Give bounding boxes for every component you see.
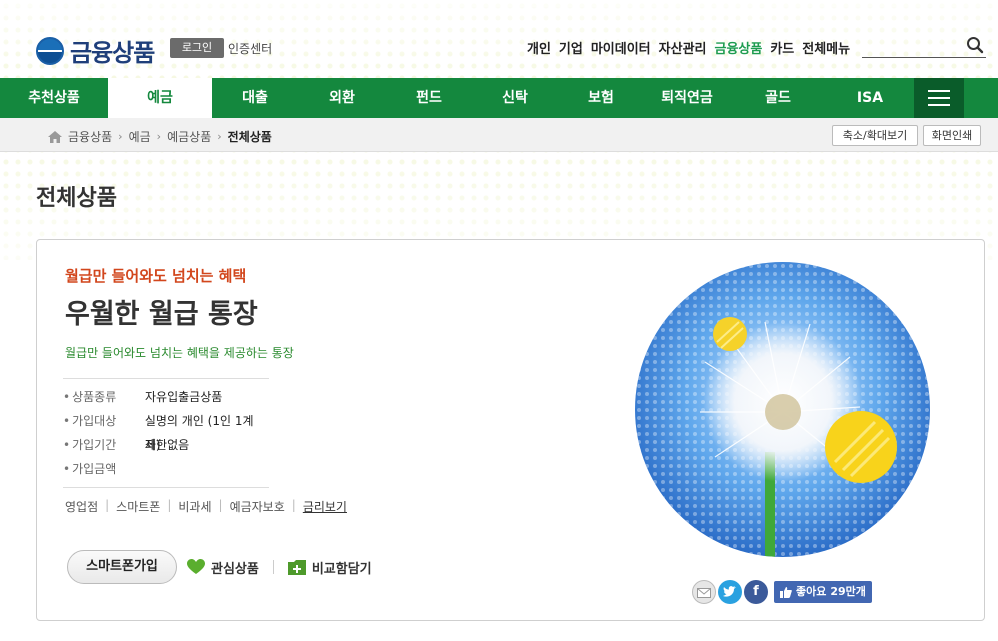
- chevron-right-icon: ›: [156, 130, 162, 143]
- top-nav-all-menu[interactable]: 전체메뉴: [802, 38, 850, 57]
- thumbs-up-icon: [780, 586, 792, 598]
- info-value: 자유입출금상품: [145, 390, 223, 404]
- top-nav-mydata[interactable]: 마이데이터: [591, 38, 651, 57]
- view-rate-link[interactable]: 금리보기: [303, 498, 347, 515]
- search-box: [862, 34, 986, 58]
- header: 금융상품 로그인 인증센터 개인 기업 마이데이터 자산관리 금융상품 카드 전…: [0, 0, 998, 78]
- channel-links: 영업점 | 스마트폰 | 비과세 | 예금자보호 | 금리보기: [65, 498, 347, 515]
- top-nav-business[interactable]: 기업: [559, 38, 583, 57]
- info-row: 상품종류자유입출금상품: [63, 385, 269, 409]
- info-key: 상품종류: [63, 385, 145, 409]
- top-nav-asset[interactable]: 자산관리: [659, 38, 707, 57]
- facebook-like-button[interactable]: 좋아요 29만개: [774, 581, 872, 603]
- top-nav-card[interactable]: 카드: [770, 38, 794, 57]
- compare-label: 비교함담기: [311, 561, 372, 577]
- info-row: 가입금액: [63, 457, 269, 481]
- channel-smartphone: 스마트폰: [116, 500, 161, 514]
- main-nav-deposit[interactable]: 예금: [108, 78, 212, 118]
- product-description: 월급만 들어와도 넘치는 혜택을 제공하는 통장: [65, 346, 294, 360]
- search-icon[interactable]: [966, 36, 984, 54]
- info-value: 실명의 개인 (1인 1계좌): [144, 414, 254, 452]
- main-nav-isa[interactable]: ISA: [826, 78, 914, 118]
- hamburger-menu-button[interactable]: [914, 78, 964, 118]
- main-nav-pension[interactable]: 퇴직연금: [644, 78, 730, 118]
- top-nav-products[interactable]: 금융상품: [715, 38, 763, 57]
- main-nav: 추천상품 예금 대출 외환 펀드 신탁 보험 퇴직연금 골드 ISA: [0, 78, 998, 118]
- main-nav-gold[interactable]: 골드: [730, 78, 826, 118]
- interest-product-button[interactable]: 관심상품: [187, 558, 259, 577]
- breadcrumb: 금융상품 › 예금 › 예금상품 › 전체상품: [48, 128, 272, 145]
- main-nav-loan[interactable]: 대출: [212, 78, 298, 118]
- channel-branch: 영업점: [65, 500, 99, 514]
- info-value: 제한없음: [145, 438, 190, 452]
- product-title: 우월한 월급 통장: [65, 299, 258, 330]
- home-icon[interactable]: [48, 130, 62, 143]
- main-nav-fund[interactable]: 펀드: [386, 78, 472, 118]
- like-count: 29만개: [830, 585, 866, 598]
- main-nav-trust[interactable]: 신탁: [472, 78, 558, 118]
- chevron-right-icon: ›: [217, 130, 222, 143]
- search-input[interactable]: [862, 34, 960, 56]
- page: 금융상품 로그인 인증센터 개인 기업 마이데이터 자산관리 금융상품 카드 전…: [0, 0, 998, 641]
- logo-icon: [36, 36, 64, 65]
- logo[interactable]: 금융상품: [36, 33, 155, 68]
- main-nav-recommended[interactable]: 추천상품: [0, 78, 108, 118]
- divider: [272, 560, 274, 574]
- breadcrumb-bar: 금융상품 › 예금 › 예금상품 › 전체상품 축소/확대보기 화면인쇄: [0, 118, 998, 152]
- cert-center-link[interactable]: 인증센터: [228, 40, 272, 57]
- email-share-icon[interactable]: [692, 580, 716, 604]
- zoom-button[interactable]: 축소/확대보기: [832, 125, 918, 146]
- main-nav-insurance[interactable]: 보험: [558, 78, 644, 118]
- smartphone-join-button[interactable]: 스마트폰가입: [67, 550, 177, 584]
- social-share: f 좋아요 29만개: [692, 580, 872, 604]
- folder-plus-icon: [287, 559, 306, 575]
- breadcrumb-current: 전체상품: [227, 130, 272, 144]
- dandelion-illustration: [635, 262, 930, 557]
- breadcrumb-item[interactable]: 예금: [129, 128, 151, 145]
- top-nav: 개인 기업 마이데이터 자산관리 금융상품 카드 전체메뉴: [527, 38, 850, 57]
- info-key: 가입대상: [63, 409, 145, 433]
- product-info-list: 상품종류자유입출금상품 가입대상실명의 개인 (1인 1계좌) 가입기간제한없음…: [63, 378, 269, 488]
- hamburger-menu-icon: [928, 90, 950, 92]
- page-title: 전체상품: [36, 186, 117, 211]
- logo-text: 금융상품: [70, 39, 155, 67]
- product-subtitle: 월급만 들어와도 넘치는 혜택: [65, 267, 247, 285]
- facebook-share-icon[interactable]: f: [744, 580, 768, 604]
- main-nav-fx[interactable]: 외환: [298, 78, 386, 118]
- tax-free-tag: 비과세: [178, 500, 212, 514]
- compare-add-button[interactable]: 비교함담기: [287, 558, 372, 577]
- login-button[interactable]: 로그인: [170, 38, 224, 58]
- like-label: 좋아요: [796, 585, 827, 598]
- chevron-right-icon: ›: [118, 130, 123, 143]
- breadcrumb-item[interactable]: 예금상품: [167, 128, 211, 145]
- info-row: 가입기간제한없음: [63, 433, 269, 457]
- top-nav-personal[interactable]: 개인: [527, 38, 551, 57]
- info-key: 가입기간: [63, 433, 145, 457]
- product-card: 월급만 들어와도 넘치는 혜택 우월한 월급 통장 월급만 들어와도 넘치는 혜…: [36, 239, 985, 621]
- product-actions: 스마트폰가입 관심상품 비교함담기: [67, 550, 372, 584]
- breadcrumb-item[interactable]: 금융상품: [68, 128, 112, 145]
- info-key: 가입금액: [63, 457, 145, 481]
- print-button[interactable]: 화면인쇄: [923, 125, 981, 146]
- heart-icon: [187, 559, 205, 574]
- twitter-share-icon[interactable]: [718, 580, 742, 604]
- info-row: 가입대상실명의 개인 (1인 1계좌): [63, 409, 269, 452]
- deposit-protection-tag: 예금자보호: [229, 500, 285, 514]
- interest-label: 관심상품: [211, 561, 259, 577]
